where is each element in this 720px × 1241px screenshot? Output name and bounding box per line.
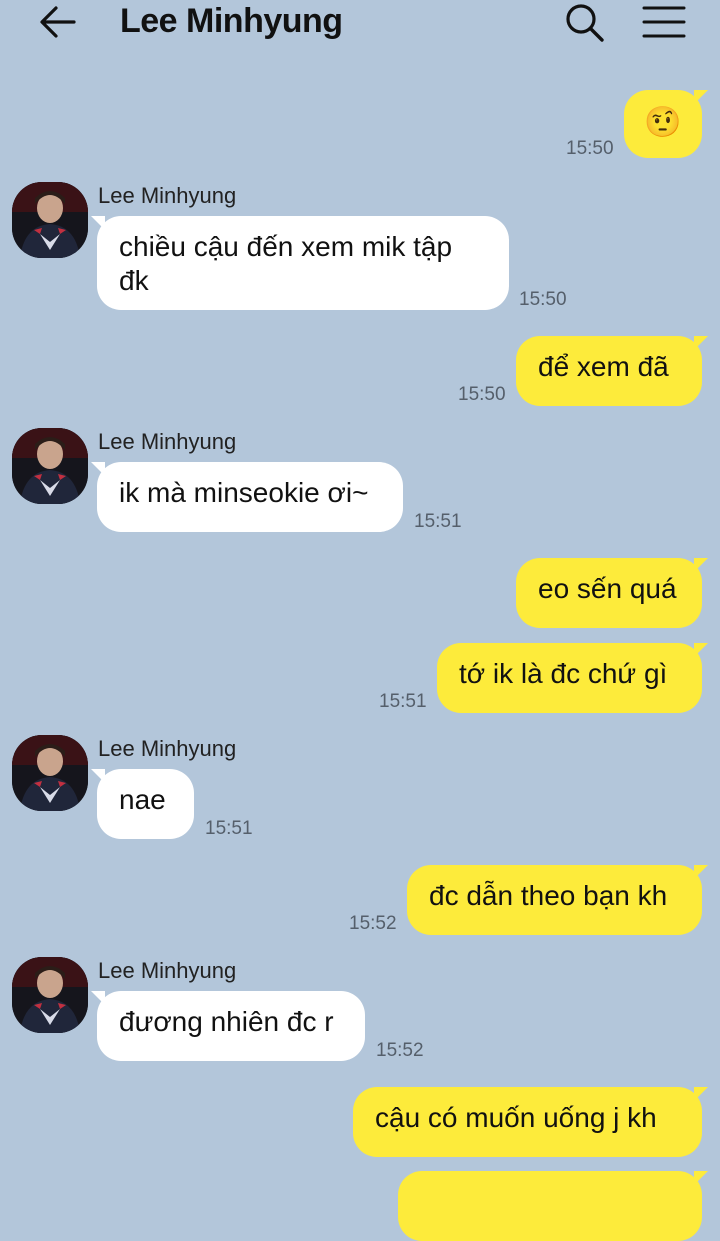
sender-name: Lee Minhyung <box>98 183 237 208</box>
message-bubble[interactable]: để xem đã <box>516 336 708 406</box>
avatar[interactable] <box>12 182 88 258</box>
message-bubble[interactable]: tớ ik là đc chứ gì <box>437 643 708 713</box>
sender-name: Lee Minhyung <box>98 736 237 761</box>
chat-header: Lee Minhyung <box>0 0 720 50</box>
hamburger-menu-icon <box>642 6 686 38</box>
message-bubble[interactable]: ik mà minseokie ơi~ <box>91 462 403 532</box>
back-button[interactable] <box>36 2 80 42</box>
avatar[interactable] <box>12 957 88 1033</box>
message-bubble[interactable]: đc dẫn theo bạn kh <box>407 865 708 935</box>
message-bubble[interactable]: cậu có muốn uống j kh <box>353 1087 708 1157</box>
message-time: 15:50 <box>458 384 506 405</box>
message-time: 15:52 <box>349 913 397 934</box>
arrow-left-icon <box>40 6 76 38</box>
search-button[interactable] <box>562 0 608 44</box>
avatar[interactable] <box>12 428 88 504</box>
message-time: 15:52 <box>376 1040 424 1061</box>
message-bubble-partial[interactable] <box>398 1171 708 1241</box>
message-time: 15:51 <box>205 818 253 839</box>
message-time: 15:51 <box>414 511 462 532</box>
message-time: 15:50 <box>566 138 614 159</box>
message-bubble[interactable]: chiều cậu đến xem mik tập đk <box>91 216 509 310</box>
message-bubble[interactable]: 🤨 <box>624 90 708 158</box>
message-bubble[interactable]: nae <box>91 769 194 839</box>
message-bubble[interactable]: eo sến quá <box>516 558 708 628</box>
message-bubble[interactable]: đương nhiên đc r <box>91 991 365 1061</box>
sender-name: Lee Minhyung <box>98 429 237 454</box>
search-icon <box>566 4 604 42</box>
message-time: 15:51 <box>379 691 427 712</box>
chat-title: Lee Minhyung <box>120 2 343 40</box>
message-time: 15:50 <box>519 289 567 310</box>
avatar[interactable] <box>12 735 88 811</box>
menu-button[interactable] <box>640 2 688 42</box>
sender-name: Lee Minhyung <box>98 958 237 983</box>
